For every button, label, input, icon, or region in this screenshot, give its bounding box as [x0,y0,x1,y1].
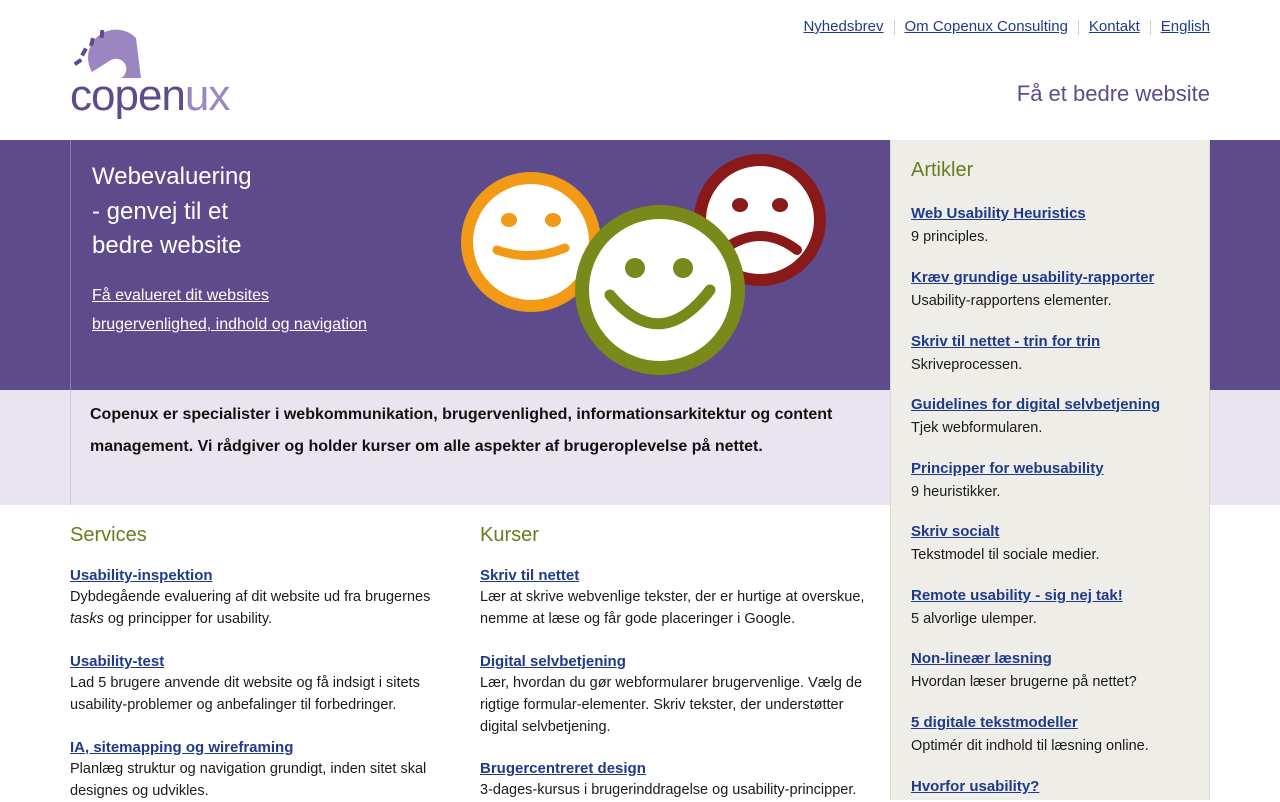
article-item: Skriv socialt Tekstmodel til sociale med… [911,522,1201,565]
article-desc: 9 principles. [911,229,989,245]
logo-wordmark: copenux [70,71,230,120]
hero-link[interactable]: Få evalueret dit websites brugervenlighe… [92,281,367,339]
courses-heading: Kurser [480,524,539,546]
course-item: Skriv til nettet Lær at skrive webvenlig… [480,566,865,630]
service-item: IA, sitemapping og wireframing Planlæg s… [70,738,455,802]
article-link[interactable]: Skriv socialt [911,522,1201,542]
article-link[interactable]: Remote usability - sig nej tak! [911,586,1201,606]
article-link[interactable]: 5 digitale tekstmodeller [911,713,1201,733]
article-desc: Hvordan læser brugerne på nettet? [911,674,1137,690]
services-heading: Services [70,524,147,546]
article-link[interactable]: Principper for webusability [911,459,1201,479]
site-header: copenux Nyhedsbrev Om Copenux Consulting… [0,0,1280,140]
article-item: Kræv grundige usability-rapporter Usabil… [911,268,1201,311]
article-link[interactable]: Kræv grundige usability-rapporter [911,268,1201,288]
top-navigation: Nyhedsbrev Om Copenux Consulting Kontakt… [793,18,1210,36]
course-item: Brugercentreret design 3-dages-kursus i … [480,759,865,801]
course-item: Digital selvbetjening Lær, hvordan du gø… [480,652,865,738]
service-desc: Planlæg struktur og navigation grundigt,… [70,761,427,799]
service-item: Usability-test Lad 5 brugere anvende dit… [70,652,455,716]
article-link[interactable]: Guidelines for digital selvbetjening [911,395,1201,415]
article-link[interactable]: Non-lineær læsning [911,649,1201,669]
article-item: Non-lineær læsning Hvordan læser brugern… [911,649,1201,692]
nav-nyhedsbrev[interactable]: Nyhedsbrev [793,18,893,36]
course-link-digital-selvbetjening[interactable]: Digital selvbetjening [480,652,865,672]
service-link-ia-sitemapping[interactable]: IA, sitemapping og wireframing [70,738,455,758]
article-desc: Tjek webformularen. [911,420,1043,436]
course-desc: Lær, hvordan du gør webformularer bruger… [480,675,863,735]
article-desc: Optimér dit indhold til læsning online. [911,738,1149,754]
article-desc: Skriveprocessen. [911,357,1023,373]
articles-heading: Artikler [911,159,974,181]
article-item: Principper for webusability 9 heuristikk… [911,459,1201,502]
articles-sidebar: Artikler Web Usability Heuristics 9 prin… [890,140,1210,800]
article-desc: 9 heuristikker. [911,484,1001,500]
nav-kontakt[interactable]: Kontakt [1079,18,1150,36]
copenux-logo[interactable]: copenux [70,20,242,120]
article-link[interactable]: Web Usability Heuristics [911,204,1201,224]
article-desc: 5 alvorlige ulemper. [911,611,1037,627]
hero-title: Webevaluering - genvej til et bedre webs… [92,160,252,264]
nav-english[interactable]: English [1151,18,1210,36]
nav-om-copenux[interactable]: Om Copenux Consulting [895,18,1078,36]
smileys-illustration [461,154,826,375]
article-item: Guidelines for digital selvbetjening Tje… [911,395,1201,438]
article-desc: Usability-rapportens elementer. [911,293,1112,309]
service-desc: Lad 5 brugere anvende dit website og få … [70,675,420,713]
course-link-brugercentreret-design[interactable]: Brugercentreret design [480,759,865,779]
article-item: Web Usability Heuristics 9 principles. [911,204,1201,247]
article-link[interactable]: Hvorfor usability? [911,777,1201,797]
site-tagline: Få et bedre website [1016,81,1210,106]
article-item: 5 digitale tekstmodeller Optimér dit ind… [911,713,1201,756]
hero-title-line: - genvej til et [92,197,229,225]
article-link[interactable]: Skriv til nettet - trin for trin [911,332,1201,352]
article-item: Remote usability - sig nej tak! 5 alvorl… [911,586,1201,629]
service-link-usability-inspektion[interactable]: Usability-inspektion [70,566,455,586]
happy-face-green-icon [575,205,745,375]
hero-title-line: Webevaluering [92,163,252,190]
service-link-usability-test[interactable]: Usability-test [70,652,455,672]
intro-text: Copenux er specialister i webkommunikati… [90,406,833,455]
article-item: Hvorfor usability? [911,777,1201,797]
service-item: Usability-inspektion Dybdegående evaluer… [70,566,455,630]
course-desc: Lær at skrive webvenlige tekster, der er… [480,589,865,627]
hero-title-line: bedre website [92,232,242,259]
hero-link-line-2[interactable]: brugervenlighed, indhold og navigation [92,316,367,333]
service-desc: Dybdegående evaluering af dit website ud… [70,589,431,627]
course-link-skriv-til-nettet[interactable]: Skriv til nettet [480,566,865,586]
article-desc: Tekstmodel til sociale medier. [911,547,1100,563]
hero-link-line-1[interactable]: Få evalueret dit websites [92,287,269,304]
course-desc: 3-dages-kursus i brugerinddragelse og us… [480,782,857,798]
article-item: Skriv til nettet - trin for trin Skrivep… [911,332,1201,375]
